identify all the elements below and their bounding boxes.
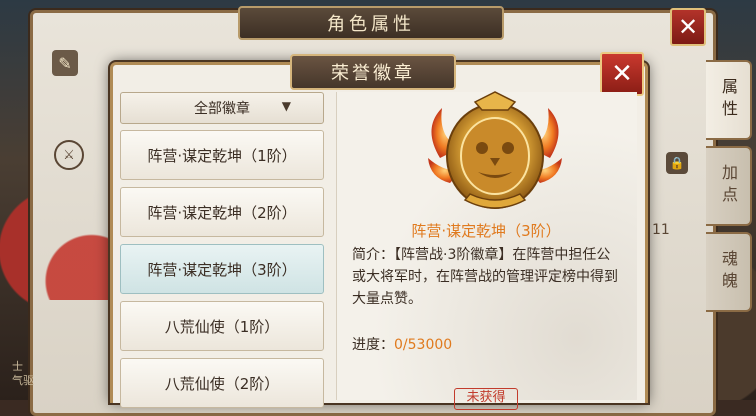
tab-soul[interactable]: 魂魄 — [706, 232, 752, 312]
progress-label: 进度： — [352, 337, 394, 353]
attribute-value-fragment: 11 — [652, 222, 670, 238]
left-caption: 士 气驱 — [12, 360, 34, 388]
status-badge: 未获得 — [454, 388, 518, 410]
tab-add-points[interactable]: 加点 — [706, 146, 752, 226]
badge-list-item[interactable]: 八荒仙使（2阶） — [120, 358, 324, 408]
side-tabs: 属性 加点 魂魄 — [706, 60, 756, 318]
edit-icon[interactable]: ✎ — [52, 50, 78, 76]
badge-progress: 进度：0/53000 — [352, 334, 452, 354]
fan-decoration — [44, 205, 112, 300]
selected-badge-name: 阵营·谋定乾坤（3阶） — [411, 222, 561, 240]
progress-value: 0/53000 — [394, 337, 453, 353]
badge-filter-dropdown[interactable]: 全部徽章 ▼ — [120, 92, 324, 124]
tab-attributes[interactable]: 属性 — [706, 60, 752, 140]
filter-selected-label: 全部徽章 — [194, 101, 250, 117]
lock-icon[interactable]: 🔒 — [666, 152, 688, 174]
badge-list-item[interactable]: 阵营·谋定乾坤（2阶） — [120, 187, 324, 237]
dialog-close-button[interactable]: ✕ — [600, 52, 644, 96]
dialog-title: 荣誉徽章 — [290, 54, 456, 90]
crossed-swords-icon[interactable]: ⚔ — [54, 140, 84, 170]
badge-list-item[interactable]: 阵营·谋定乾坤（1阶） — [120, 130, 324, 180]
badge-emblem-icon — [428, 91, 562, 209]
badge-list-item-selected[interactable]: 阵营·谋定乾坤（3阶） — [120, 244, 324, 294]
badge-list-item[interactable]: 八荒仙使（1阶） — [120, 301, 324, 351]
badge-description: 简介：【阵营战·3阶徽章】在阵营中担任公或大将军时，在阵营战的管理评定榜中得到大… — [352, 247, 618, 307]
chevron-down-icon: ▼ — [281, 99, 291, 113]
badge-list: 全部徽章 ▼ 阵营·谋定乾坤（1阶） 阵营·谋定乾坤（2阶） 阵营·谋定乾坤（3… — [120, 92, 326, 415]
left-caption-text: 士 气驱 — [12, 360, 34, 387]
outer-window-title: 角色属性 — [238, 6, 504, 40]
outer-close-button[interactable]: ✕ — [670, 8, 706, 46]
